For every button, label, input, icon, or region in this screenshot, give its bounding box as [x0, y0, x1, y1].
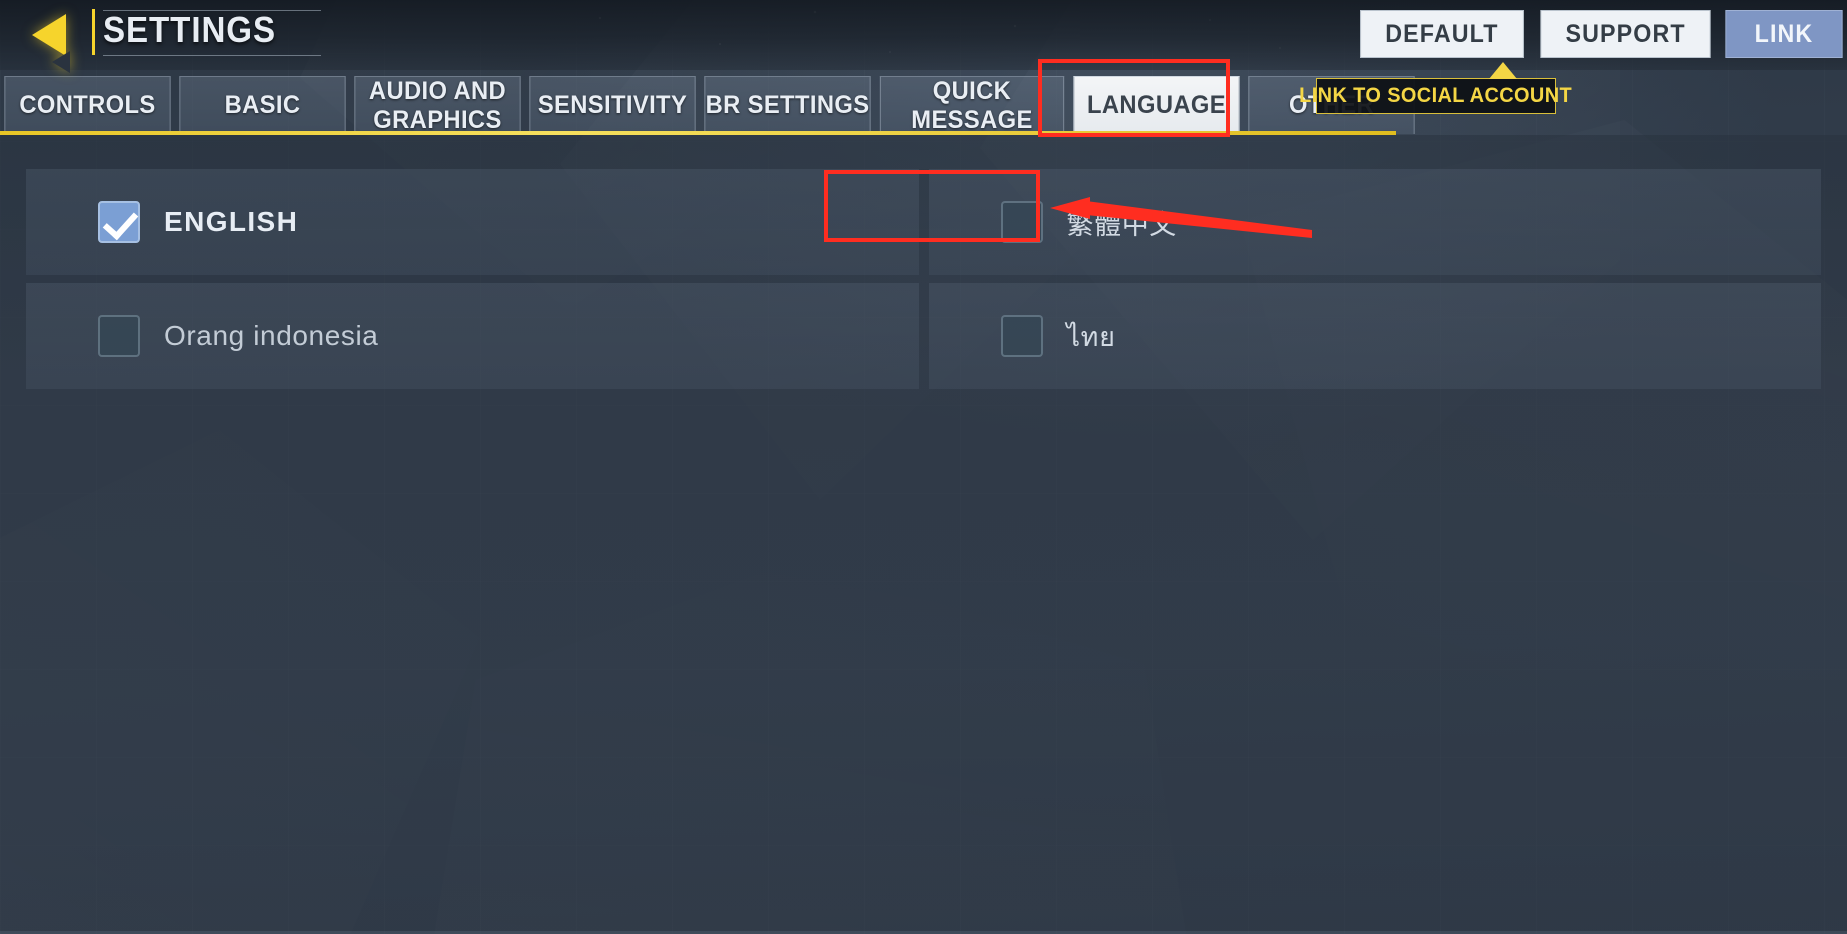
language-option-traditional-chinese[interactable]: 繁體中文 [928, 169, 1821, 275]
tab-quick-message[interactable]: QUICK MESSAGE [879, 76, 1065, 134]
tab-basic[interactable]: BASIC [179, 76, 346, 134]
header-actions: DEFAULT SUPPORT LINK [1354, 10, 1847, 58]
language-option-indonesian[interactable]: Orang indonesia [26, 283, 919, 389]
title-rule-bottom [103, 55, 321, 56]
title-accent-bar [92, 9, 95, 55]
tooltip-caret-icon [1489, 62, 1517, 79]
link-button[interactable]: LINK [1725, 10, 1843, 58]
language-label: ENGLISH [164, 206, 299, 237]
link-social-tooltip: LINK TO SOCIAL ACCOUNT [1300, 78, 1572, 114]
checkbox-checked-icon[interactable] [98, 201, 140, 243]
language-label: Orang indonesia [164, 320, 379, 351]
language-panel: ENGLISH 繁體中文 Orang indonesia ไทย [0, 135, 1847, 934]
tooltip-label: LINK TO SOCIAL ACCOUNT [1299, 84, 1573, 107]
back-arrow-icon [32, 14, 70, 73]
header-bar: SETTINGS DEFAULT SUPPORT LINK [0, 0, 1847, 73]
page-title: SETTINGS [103, 9, 276, 50]
support-button[interactable]: SUPPORT [1540, 10, 1711, 58]
language-label: ไทย [1066, 321, 1116, 353]
checkbox-unchecked-icon[interactable] [1000, 315, 1043, 357]
language-grid: ENGLISH 繁體中文 Orang indonesia ไทย [26, 169, 1821, 389]
language-label: 繁體中文 [1066, 209, 1177, 241]
settings-screen: SETTINGS DEFAULT SUPPORT LINK CONTROLS B… [0, 0, 1847, 934]
tab-controls[interactable]: CONTROLS [4, 76, 171, 134]
default-button[interactable]: DEFAULT [1360, 10, 1524, 58]
tab-audio-and-graphics[interactable]: AUDIO AND GRAPHICS [354, 76, 521, 134]
tab-sensitivity[interactable]: SENSITIVITY [529, 76, 696, 134]
language-option-english[interactable]: ENGLISH [26, 169, 919, 275]
tab-bar-underline [0, 131, 1396, 135]
language-option-thai[interactable]: ไทย [928, 283, 1821, 389]
checkbox-unchecked-icon[interactable] [98, 315, 140, 357]
tab-br-settings[interactable]: BR SETTINGS [704, 76, 871, 134]
checkbox-unchecked-icon[interactable] [1000, 201, 1043, 243]
back-button[interactable] [30, 8, 86, 73]
tab-language[interactable]: LANGUAGE [1073, 76, 1240, 134]
